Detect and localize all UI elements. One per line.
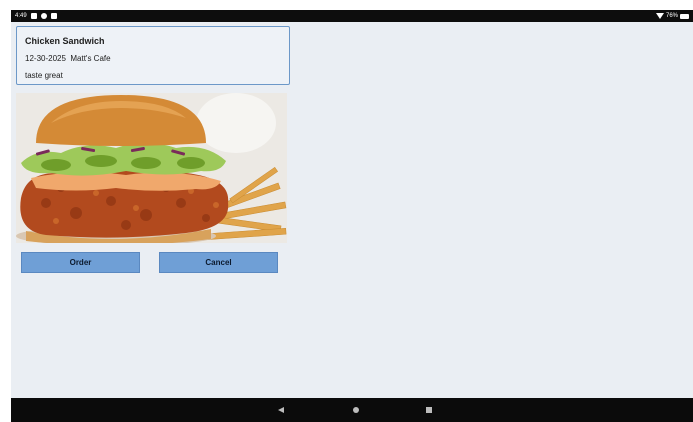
item-date: 12-30-2025 (25, 54, 66, 63)
download-icon (30, 13, 37, 19)
navigation-bar (11, 398, 693, 422)
item-place: Matt's Cafe (70, 54, 111, 63)
food-image (16, 93, 287, 243)
battery-icon (680, 13, 689, 19)
order-button[interactable]: Order (21, 252, 140, 273)
notification-icon (50, 13, 57, 19)
settings-icon (40, 13, 47, 19)
battery-percent: 76% (665, 13, 678, 19)
clock: 4:49 (15, 13, 27, 19)
status-bar: 4:49 76% (11, 10, 693, 22)
cancel-button[interactable]: Cancel (159, 252, 278, 273)
item-meta: 12-30-2025 Matt's Cafe (25, 54, 111, 63)
item-title: Chicken Sandwich (25, 36, 105, 46)
item-details-card: Chicken Sandwich 12-30-2025 Matt's Cafe … (16, 26, 290, 85)
app-screen: 4:49 76% Chicken Sandwich 12-30-2025 Mat… (11, 10, 693, 422)
item-description: taste great (25, 71, 63, 80)
wifi-icon (655, 13, 664, 19)
home-icon[interactable] (353, 407, 359, 413)
back-icon[interactable] (278, 407, 284, 413)
recents-icon[interactable] (426, 407, 432, 413)
